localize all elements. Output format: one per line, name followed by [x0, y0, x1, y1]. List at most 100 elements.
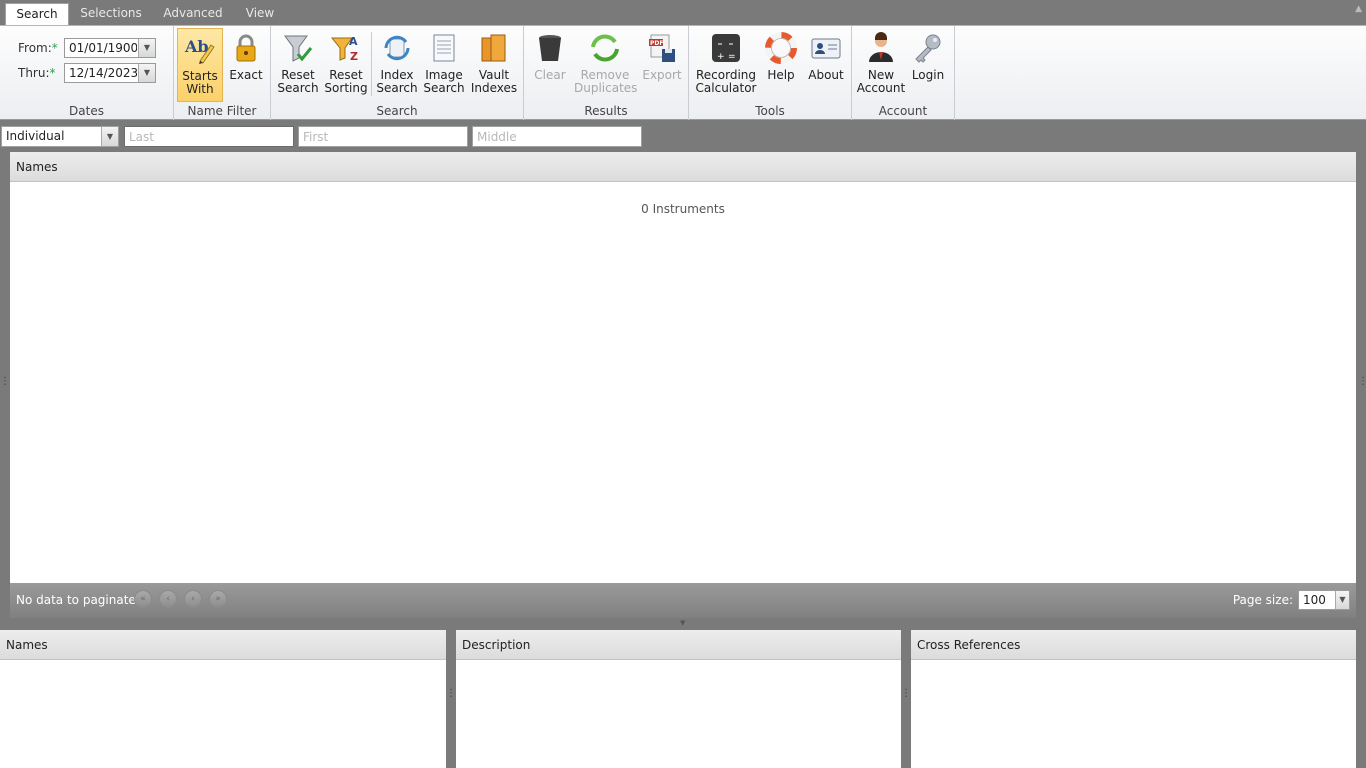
index-search-button[interactable]: Index Search [375, 28, 419, 102]
vault-indexes-button[interactable]: Vault Indexes [469, 28, 519, 102]
reset-sorting-label: Reset Sorting [324, 68, 368, 95]
tab-view[interactable]: View [236, 3, 284, 25]
right-resize-grip[interactable]: ⋮ [1358, 377, 1366, 392]
group-name-filter: Ab Starts With Exact Name Filter [174, 26, 271, 120]
svg-text:Z: Z [350, 50, 358, 63]
first-page-icon[interactable]: « [134, 590, 152, 608]
svg-text:PDF: PDF [650, 40, 663, 47]
thru-label: Thru:* [18, 66, 56, 80]
key-icon [915, 34, 941, 63]
thru-date-field[interactable]: ▼ [64, 63, 156, 83]
middle-name-field[interactable] [472, 126, 642, 147]
svg-text:+: + [717, 52, 725, 62]
lock-icon [236, 34, 256, 62]
group-dates: From:* ▼ Thru:* ▼ Dates [0, 26, 174, 120]
next-page-icon[interactable]: › [184, 590, 202, 608]
group-label-account: Account [878, 104, 928, 118]
recording-calculator-button[interactable]: + = Recording Calculator [695, 28, 757, 102]
party-type-select[interactable]: Individual ▼ [1, 126, 119, 147]
from-date-row: From:* ▼ [0, 38, 174, 58]
export-pdf-icon: PDF [649, 34, 675, 62]
about-button[interactable]: About [804, 28, 848, 102]
help-label: Help [767, 68, 795, 82]
remove-duplicates-icon [591, 34, 619, 62]
prev-page-icon[interactable]: ‹ [159, 590, 177, 608]
export-button[interactable]: PDF Export [640, 28, 684, 102]
help-icon [765, 32, 797, 64]
page-size-dropdown-icon[interactable]: ▼ [1335, 591, 1349, 609]
trash-icon [539, 35, 561, 61]
cross-references-pane: Cross References [911, 630, 1356, 768]
exact-button[interactable]: Exact [225, 28, 267, 102]
collapse-ribbon-icon[interactable]: ▲ [1355, 4, 1362, 14]
first-name-input[interactable] [299, 127, 467, 146]
separator [371, 32, 372, 96]
help-button[interactable]: Help [761, 28, 801, 102]
thru-date-input[interactable] [65, 64, 137, 82]
cross-references-pane-header: Cross References [911, 630, 1356, 660]
results-grid: Names 0 Instruments No data to paginate … [10, 152, 1356, 618]
svg-text:=: = [728, 52, 736, 62]
tab-selections[interactable]: Selections [72, 3, 150, 25]
first-name-field[interactable] [298, 126, 468, 147]
tab-search[interactable]: Search [5, 3, 69, 25]
remove-duplicates-label: Remove Duplicates [574, 68, 638, 95]
svg-text:A: A [349, 35, 358, 48]
tab-advanced[interactable]: Advanced [156, 3, 230, 25]
empty-results-message: 0 Instruments [641, 202, 725, 216]
splitter-down-icon[interactable]: ▼ [680, 619, 685, 627]
login-label: Login [911, 68, 945, 82]
starts-with-button[interactable]: Ab Starts With [177, 28, 223, 102]
reset-sorting-icon: A Z [330, 35, 358, 63]
column-header-names[interactable]: Names [10, 152, 1356, 182]
names-pane: Names [0, 630, 446, 768]
pane-splitter-2[interactable]: ⋮ [901, 689, 911, 704]
reset-search-icon [284, 35, 313, 62]
tab-strip: Search Selections Advanced View ▲ [0, 0, 1366, 25]
horizontal-splitter[interactable]: ▼ [0, 618, 1366, 630]
page-size-select[interactable]: 100 ▼ [1298, 590, 1350, 610]
last-page-icon[interactable]: » [209, 590, 227, 608]
pane-splitter-1[interactable]: ⋮ [446, 689, 456, 704]
starts-with-icon: Ab [184, 37, 215, 64]
middle-name-input[interactable] [473, 127, 641, 146]
from-label: From:* [18, 41, 58, 55]
clear-button[interactable]: Clear [530, 28, 570, 102]
login-button[interactable]: Login [908, 28, 948, 102]
group-label-tools: Tools [755, 104, 785, 118]
vault-indexes-icon [481, 34, 506, 62]
about-icon [811, 38, 841, 59]
group-label-dates: Dates [69, 104, 104, 118]
reset-sorting-button[interactable]: A Z Reset Sorting [323, 28, 369, 102]
description-pane: Description [456, 630, 901, 768]
image-search-button[interactable]: Image Search [422, 28, 466, 102]
party-type-dropdown-icon[interactable]: ▼ [101, 127, 118, 146]
last-name-input[interactable] [125, 127, 293, 146]
clear-label: Clear [534, 68, 566, 82]
remove-duplicates-button[interactable]: Remove Duplicates [574, 28, 638, 102]
reset-search-label: Reset Search [277, 68, 319, 95]
group-account: New Account Login Account [852, 26, 955, 120]
image-search-icon [433, 34, 455, 62]
page-size-label: Page size: [1232, 593, 1293, 607]
exact-label: Exact [229, 68, 263, 82]
last-name-field[interactable] [124, 126, 294, 147]
export-label: Export [642, 68, 682, 82]
group-tools: + = Recording Calculator Help About Tool… [689, 26, 852, 120]
left-resize-grip[interactable]: ⋮ [0, 377, 10, 392]
vault-indexes-label: Vault Indexes [470, 68, 518, 95]
index-search-label: Index Search [376, 68, 418, 95]
new-account-button[interactable]: New Account [856, 28, 906, 102]
new-account-icon [869, 32, 893, 62]
from-date-field[interactable]: ▼ [64, 38, 156, 58]
calculator-icon: + = [712, 34, 740, 62]
thru-date-dropdown-icon[interactable]: ▼ [138, 64, 155, 82]
new-account-label: New Account [856, 68, 906, 95]
about-label: About [808, 68, 844, 82]
from-date-input[interactable] [65, 39, 137, 57]
from-date-dropdown-icon[interactable]: ▼ [138, 39, 155, 57]
index-search-icon [384, 35, 410, 61]
group-results: Clear Remove Duplicates PDF Export Resul… [524, 26, 689, 120]
reset-search-button[interactable]: Reset Search [276, 28, 320, 102]
names-pane-header: Names [0, 630, 446, 660]
